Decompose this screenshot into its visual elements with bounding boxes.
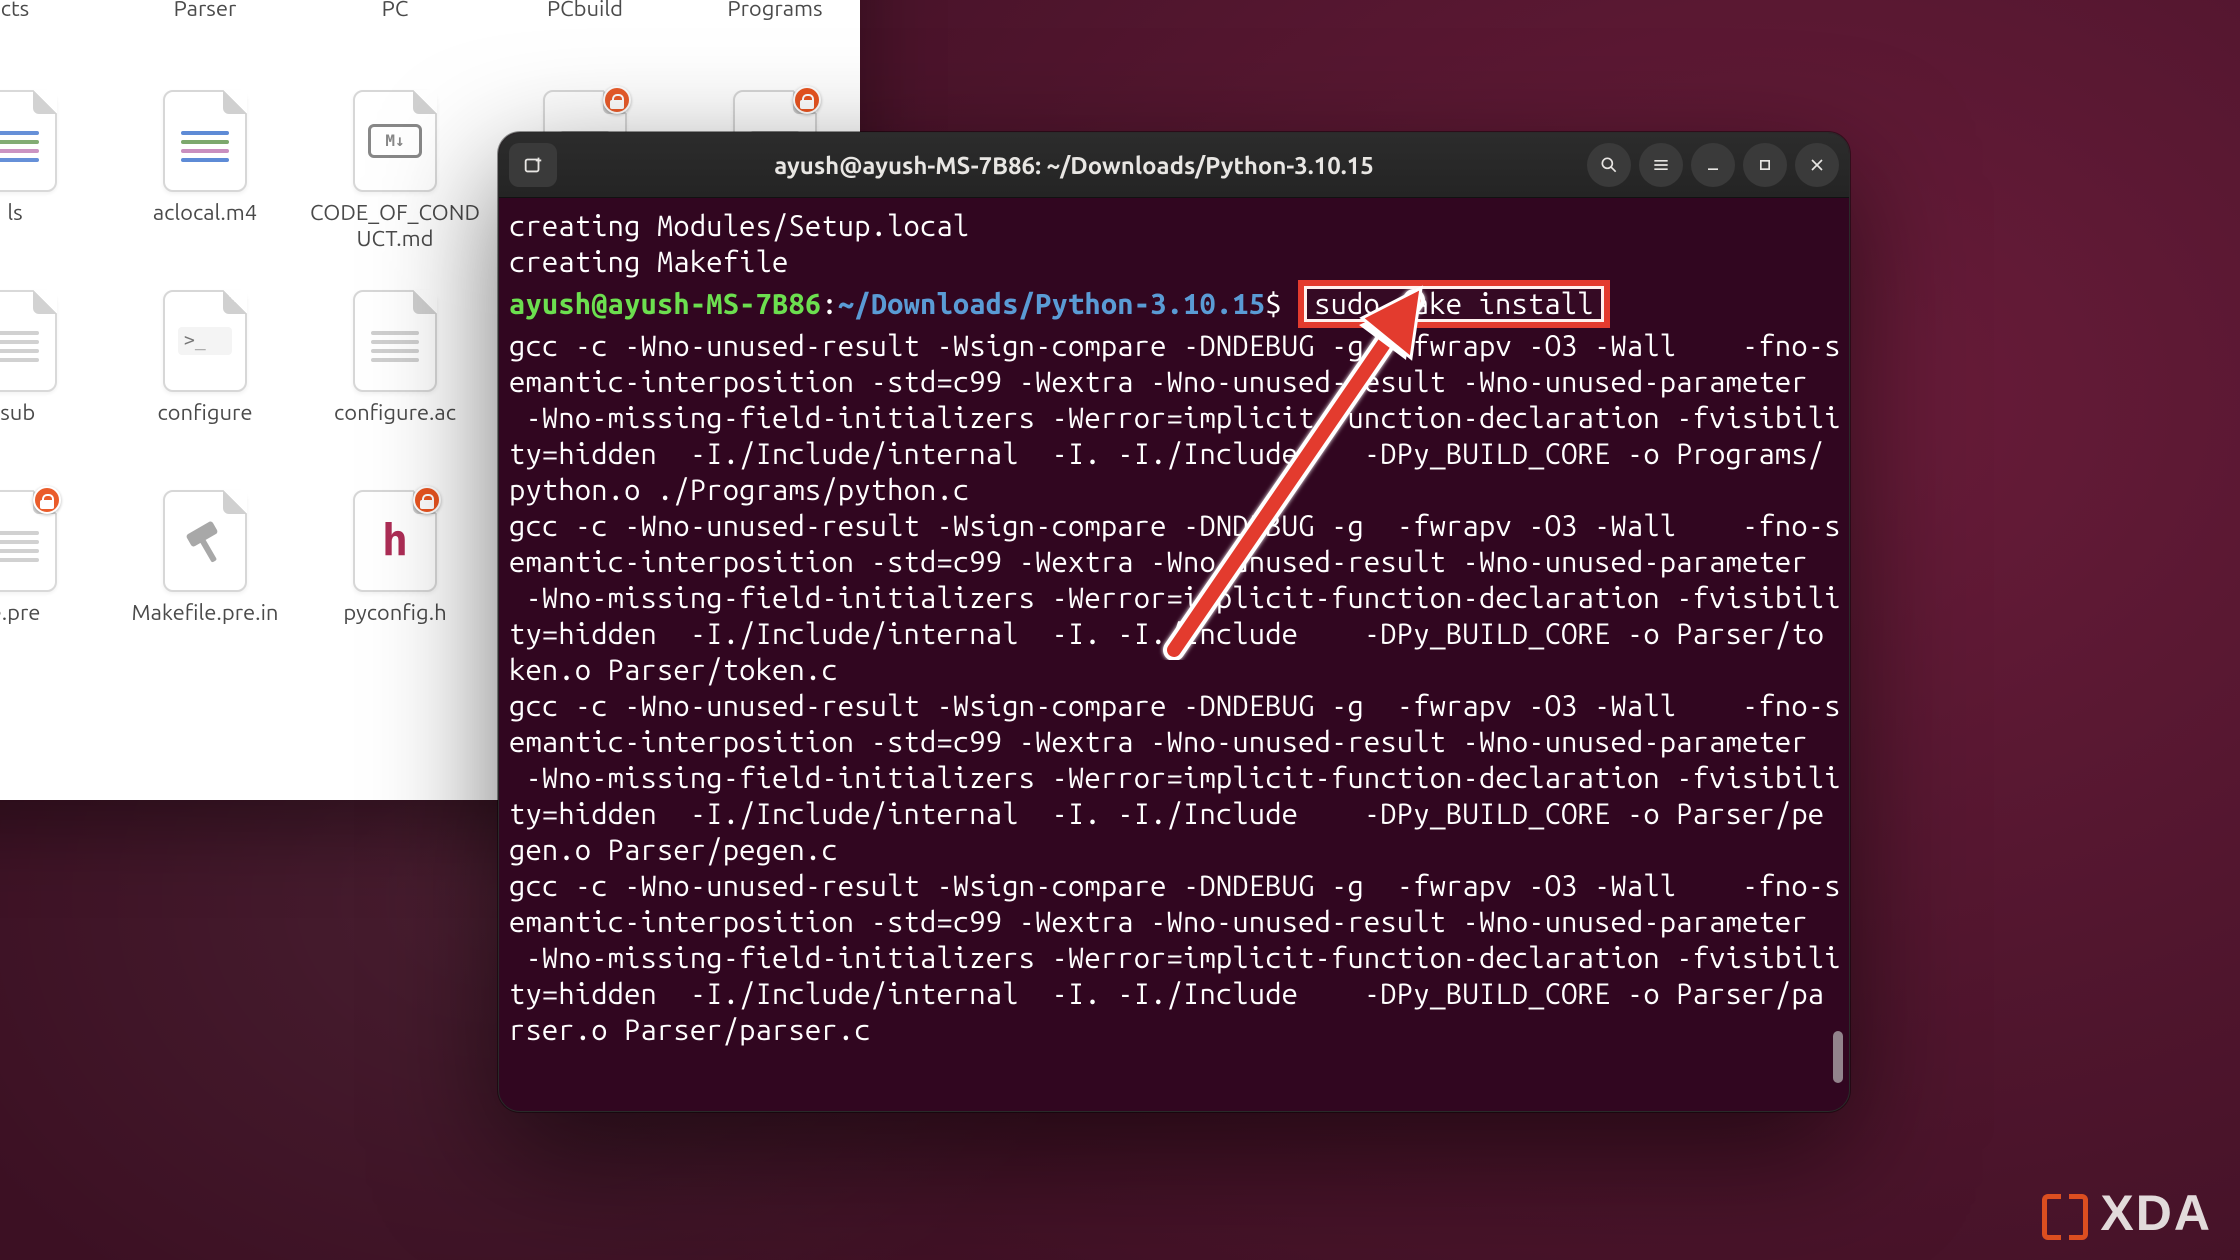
file-label: Programs (727, 0, 822, 22)
file-item[interactable]: ls (0, 90, 110, 270)
file-label: aclocal.m4 (153, 200, 257, 226)
terminal-line: -Wno-missing-field-initializers -Werror=… (509, 580, 1849, 616)
terminal-line: python.o ./Programs/python.c (509, 472, 1849, 508)
file-item[interactable]: cts (0, 0, 110, 70)
file-item[interactable]: Programs (680, 0, 860, 70)
file-label: .sub (0, 400, 35, 426)
lock-badge-icon (413, 486, 441, 514)
file-item[interactable]: e.pre (0, 490, 110, 670)
file-label: pyconfig.h (343, 600, 446, 626)
minimize-button[interactable] (1691, 143, 1735, 187)
terminal-line: -Wno-missing-field-initializers -Werror=… (509, 400, 1849, 436)
close-button[interactable] (1795, 143, 1839, 187)
terminal-line: ty=hidden -I./Include/internal -I. -I./I… (509, 976, 1849, 1012)
file-label: ls (7, 200, 22, 226)
minimize-icon (1703, 155, 1723, 175)
file-label: configure.ac (334, 400, 456, 426)
terminal-line: ty=hidden -I./Include/internal -I. -I./I… (509, 616, 1849, 652)
file-label: Parser (174, 0, 237, 22)
file-label: CODE_OF_CONDUCT.md (310, 200, 480, 253)
new-tab-button[interactable] (509, 143, 557, 187)
file-item[interactable]: .sub (0, 290, 110, 470)
lock-badge-icon (33, 486, 61, 514)
terminal-line: gen.o Parser/pegen.c (509, 832, 1849, 868)
file-label: configure (158, 400, 253, 426)
file-item[interactable]: Makefile.pre.in (110, 490, 300, 670)
terminal-body[interactable]: creating Modules/Setup.localcreating Mak… (499, 198, 1849, 1111)
file-item[interactable]: PC (300, 0, 490, 70)
file-icon: >_ (163, 290, 247, 392)
lock-badge-icon (793, 86, 821, 114)
terminal-line: emantic-interposition -std=c99 -Wextra -… (509, 364, 1849, 400)
terminal-line: ty=hidden -I./Include/internal -I. -I./I… (509, 436, 1849, 472)
lock-badge-icon (603, 86, 631, 114)
search-button[interactable] (1587, 143, 1631, 187)
file-label: cts (1, 0, 29, 22)
terminal-window[interactable]: ayush@ayush-MS-7B86: ~/Downloads/Python-… (498, 132, 1850, 1112)
terminal-line: ken.o Parser/token.c (509, 652, 1849, 688)
terminal-line: -Wno-missing-field-initializers -Werror=… (509, 940, 1849, 976)
terminal-title: ayush@ayush-MS-7B86: ~/Downloads/Python-… (569, 152, 1579, 179)
file-label: PC (382, 0, 409, 22)
terminal-prompt-line: ayush@ayush-MS-7B86:~/Downloads/Python-3… (509, 280, 1849, 328)
maximize-icon (1755, 155, 1775, 175)
terminal-line: gcc -c -Wno-unused-result -Wsign-compare… (509, 328, 1849, 364)
search-icon (1599, 155, 1619, 175)
terminal-line: emantic-interposition -std=c99 -Wextra -… (509, 724, 1849, 760)
terminal-titlebar[interactable]: ayush@ayush-MS-7B86: ~/Downloads/Python-… (499, 133, 1849, 198)
file-icon (163, 90, 247, 192)
file-icon (0, 90, 57, 192)
file-icon (163, 490, 247, 592)
file-label: e.pre (0, 600, 40, 626)
close-icon (1807, 155, 1827, 175)
terminal-line: creating Modules/Setup.local (509, 208, 1849, 244)
terminal-line: creating Makefile (509, 244, 1849, 280)
xda-watermark: XDA (2042, 1184, 2212, 1242)
file-item[interactable]: configure.ac (300, 290, 490, 470)
highlighted-command: sudo make install (1298, 280, 1609, 328)
terminal-line: ty=hidden -I./Include/internal -I. -I./I… (509, 796, 1849, 832)
file-item[interactable]: >_ configure (110, 290, 300, 470)
file-icon (353, 290, 437, 392)
terminal-line: rser.o Parser/parser.c (509, 1012, 1849, 1048)
hamburger-icon (1651, 155, 1671, 175)
scrollbar-thumb[interactable] (1833, 1031, 1843, 1083)
file-item[interactable]: aclocal.m4 (110, 90, 300, 270)
file-item[interactable]: PCbuild (490, 0, 680, 70)
terminal-line: emantic-interposition -std=c99 -Wextra -… (509, 544, 1849, 580)
file-item[interactable]: M↓ CODE_OF_CONDUCT.md (300, 90, 490, 270)
menu-button[interactable] (1639, 143, 1683, 187)
terminal-line: gcc -c -Wno-unused-result -Wsign-compare… (509, 688, 1849, 724)
file-label: PCbuild (547, 0, 623, 22)
file-item[interactable]: Parser (110, 0, 300, 70)
file-icon (0, 490, 57, 592)
terminal-line: gcc -c -Wno-unused-result -Wsign-compare… (509, 868, 1849, 904)
new-tab-icon (522, 154, 544, 176)
file-icon: M↓ (353, 90, 437, 192)
terminal-line: emantic-interposition -std=c99 -Wextra -… (509, 904, 1849, 940)
file-item[interactable]: h pyconfig.h (300, 490, 490, 670)
file-label: Makefile.pre.in (131, 600, 278, 626)
file-icon: h (353, 490, 437, 592)
file-icon (0, 290, 57, 392)
terminal-line: -Wno-missing-field-initializers -Werror=… (509, 760, 1849, 796)
xda-logo-text: XDA (2100, 1184, 2212, 1242)
terminal-line: gcc -c -Wno-unused-result -Wsign-compare… (509, 508, 1849, 544)
maximize-button[interactable] (1743, 143, 1787, 187)
xda-logo-icon (2042, 1190, 2088, 1236)
